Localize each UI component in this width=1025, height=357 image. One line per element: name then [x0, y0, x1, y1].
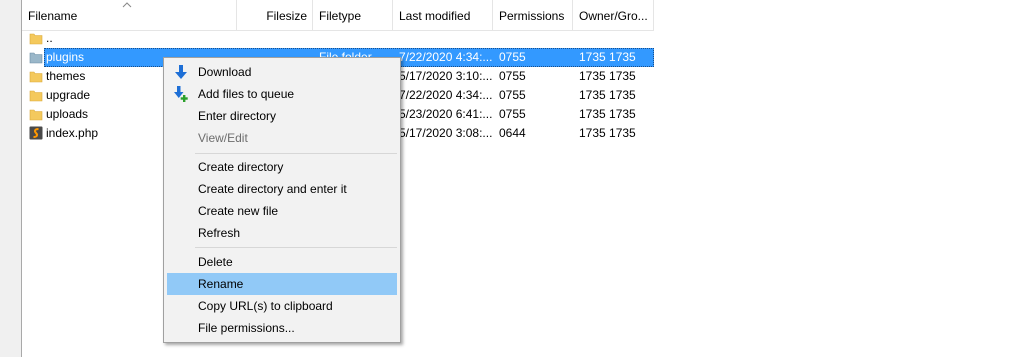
row-filename: uploads: [46, 107, 89, 121]
row-last-modified: 5/23/2020 6:41:...: [399, 107, 493, 121]
menu-item-add-to-queue[interactable]: Add files to queue: [167, 83, 397, 105]
menu-item-refresh[interactable]: Refresh: [167, 222, 397, 244]
menu-item-label: Delete: [198, 255, 233, 269]
row-filename: ..: [46, 31, 53, 45]
row-permissions: 0755: [499, 50, 526, 64]
menu-item-create-directory-enter[interactable]: Create directory and enter it: [167, 178, 397, 200]
column-owner-group[interactable]: Owner/Gro...: [573, 0, 654, 30]
php-file-icon: [29, 126, 43, 140]
row-owner-group: 1735 1735: [579, 69, 636, 83]
row-permissions: 0755: [499, 88, 526, 102]
column-owner-group-label: Owner/Gro...: [579, 9, 648, 23]
folder-icon: [29, 52, 43, 64]
row-permissions: 0644: [499, 126, 526, 140]
row-permissions: 0755: [499, 107, 526, 121]
row-last-modified: 5/17/2020 3:10:...: [399, 69, 493, 83]
menu-item-enter-directory[interactable]: Enter directory: [167, 105, 397, 127]
column-header-bar: Filename Filesize Filetype Last modified…: [22, 0, 654, 31]
download-arrow-icon: [175, 65, 187, 79]
menu-item-label: File permissions...: [198, 321, 295, 335]
column-filename-label: Filename: [28, 9, 78, 23]
menu-item-label: View/Edit: [198, 131, 248, 145]
menu-item-copy-urls[interactable]: Copy URL(s) to clipboard: [167, 295, 397, 317]
row-owner-group: 1735 1735: [579, 126, 636, 140]
row-owner-group: 1735 1735: [579, 50, 636, 64]
menu-separator: [195, 247, 397, 248]
menu-item-label: Copy URL(s) to clipboard: [198, 299, 333, 313]
row-last-modified: 7/22/2020 4:34:...: [399, 50, 493, 64]
menu-item-label: Enter directory: [198, 109, 277, 123]
table-row-parent[interactable]: ..: [22, 29, 654, 48]
folder-icon: [29, 109, 43, 121]
context-menu: Download Add files to queue Enter direct…: [163, 57, 401, 343]
menu-item-label: Create new file: [198, 204, 279, 218]
menu-item-label: Create directory and enter it: [198, 182, 347, 196]
column-last-modified-label: Last modified: [399, 9, 471, 23]
menu-item-delete[interactable]: Delete: [167, 251, 397, 273]
menu-item-label: Rename: [198, 277, 244, 291]
menu-item-label: Refresh: [198, 226, 241, 240]
column-last-modified[interactable]: Last modified: [393, 0, 493, 30]
menu-item-view-edit: View/Edit: [167, 127, 397, 149]
folder-icon: [29, 90, 43, 102]
row-owner-group: 1735 1735: [579, 107, 636, 121]
menu-item-rename[interactable]: Rename: [167, 273, 397, 295]
column-filesize-label: Filesize: [266, 9, 307, 23]
column-filetype[interactable]: Filetype: [313, 0, 393, 30]
menu-item-label: Create directory: [198, 160, 284, 174]
menu-item-label: Download: [198, 65, 252, 79]
column-permissions-label: Permissions: [499, 9, 565, 23]
row-last-modified: 7/22/2020 4:34:...: [399, 88, 493, 102]
menu-item-create-directory[interactable]: Create directory: [167, 156, 397, 178]
row-owner-group: 1735 1735: [579, 88, 636, 102]
menu-item-label: Add files to queue: [198, 87, 295, 101]
row-filename: upgrade: [46, 88, 91, 102]
sort-ascending-icon: [122, 2, 132, 8]
column-permissions[interactable]: Permissions: [493, 0, 573, 30]
column-filesize[interactable]: Filesize: [237, 0, 313, 30]
add-to-queue-icon: [174, 86, 188, 102]
menu-separator: [195, 153, 397, 154]
row-filename: plugins: [46, 50, 85, 64]
row-last-modified: 5/17/2020 3:08:...: [399, 126, 493, 140]
row-filename: themes: [46, 69, 86, 83]
column-filetype-label: Filetype: [319, 9, 362, 23]
left-panel-edge: [0, 0, 21, 357]
folder-icon: [29, 33, 43, 45]
folder-icon: [29, 71, 43, 83]
menu-item-download[interactable]: Download: [167, 61, 397, 83]
row-permissions: 0755: [499, 69, 526, 83]
menu-item-create-new-file[interactable]: Create new file: [167, 200, 397, 222]
row-filename: index.php: [46, 126, 99, 140]
menu-item-file-permissions[interactable]: File permissions...: [167, 317, 397, 339]
